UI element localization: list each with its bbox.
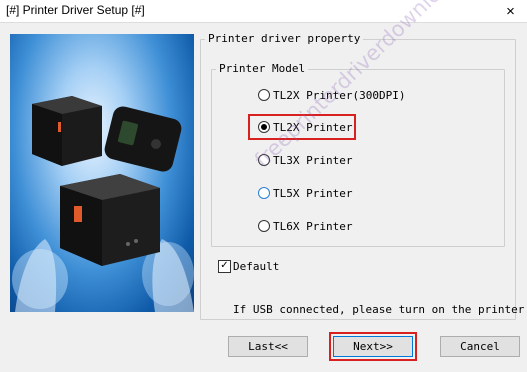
radio-option-tl2x[interactable]: TL2X Printer [258,119,352,135]
radio-label: TL2X Printer(300DPI) [273,88,406,102]
radio-button-selected[interactable] [258,121,270,133]
window-title: [#] Printer Driver Setup [#] [6,3,145,17]
printer-top-left [32,96,102,166]
close-icon: × [506,2,515,20]
radio-option-tl2x-300dpi[interactable]: TL2X Printer(300DPI) [258,87,405,103]
property-group-label: Printer driver property [205,32,364,45]
radio-button[interactable] [258,220,270,232]
printer-portable [104,106,182,172]
radio-button[interactable] [258,187,270,199]
title-bar: [#] Printer Driver Setup [#] × [0,0,527,23]
next-button[interactable]: Next>> [333,336,413,357]
radio-button[interactable] [258,89,270,101]
usb-notice: If USB connected, please turn on the pri… [233,303,525,316]
default-checkbox[interactable]: ✓ [218,259,231,273]
close-button[interactable]: × [494,0,527,22]
default-checkbox-label: Default [233,259,280,273]
radio-option-tl5x[interactable]: TL5X Printer [258,185,352,201]
printer-banner-image [10,34,194,312]
radio-button[interactable] [258,154,270,166]
printer-illustration [12,96,194,312]
check-icon: ✓ [220,260,229,271]
radio-label: TL6X Printer [273,219,353,233]
printer-bottom [60,174,160,266]
radio-label: TL5X Printer [273,186,353,200]
cancel-button[interactable]: Cancel [440,336,520,357]
last-button[interactable]: Last<< [228,336,308,357]
radio-label: TL3X Printer [273,153,353,167]
radio-label: TL2X Printer [273,120,353,134]
radio-option-tl3x[interactable]: TL3X Printer [258,152,352,168]
default-checkbox-row[interactable]: ✓ Default [218,258,279,274]
radio-option-tl6x[interactable]: TL6X Printer [258,218,352,234]
model-group-label: Printer Model [216,62,309,75]
